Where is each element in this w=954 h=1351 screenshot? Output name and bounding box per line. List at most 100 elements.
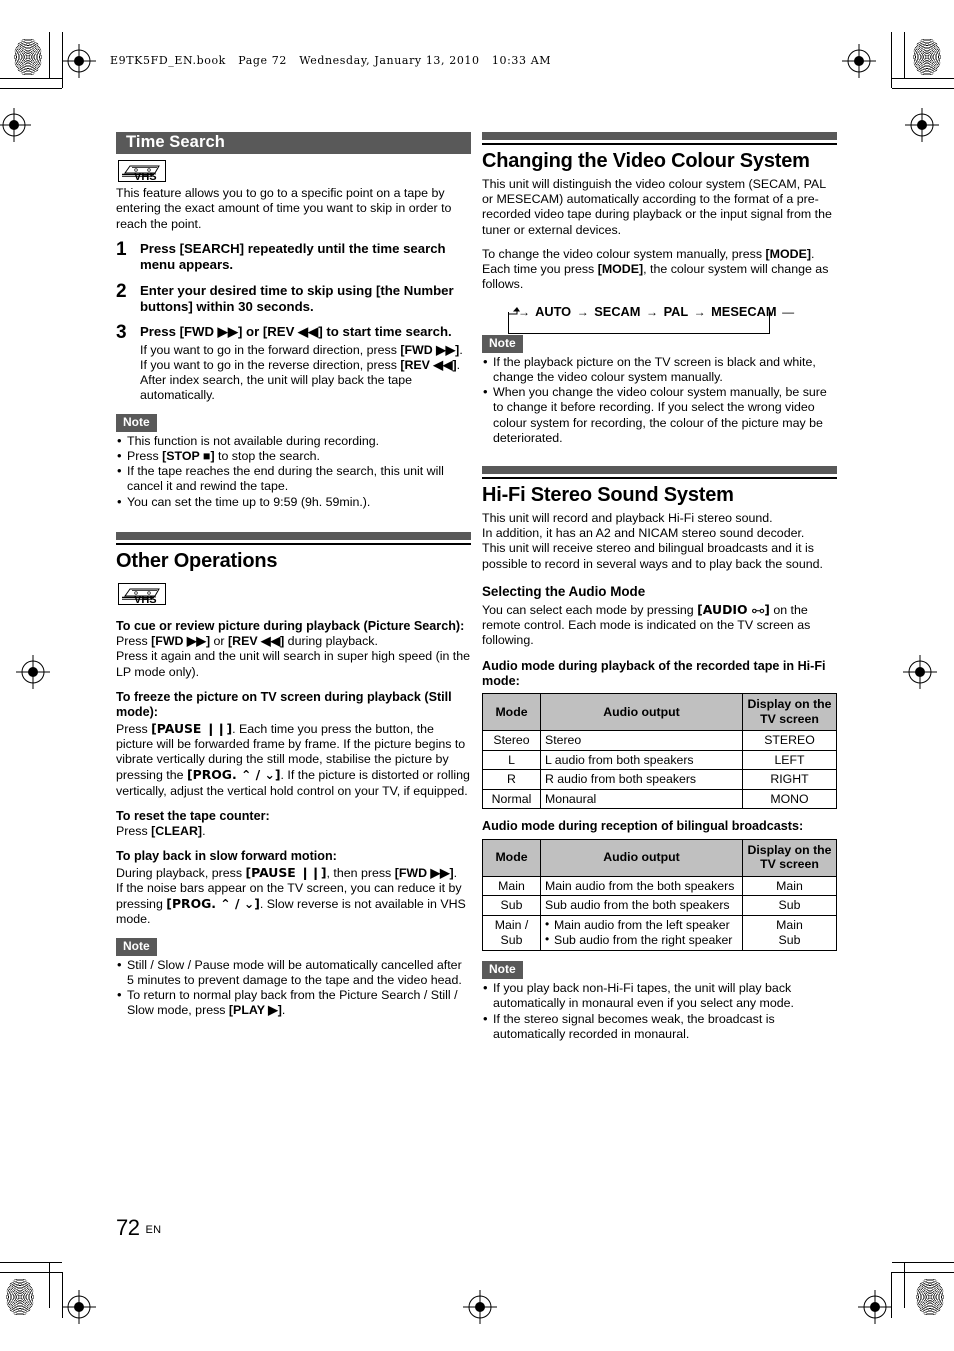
text-post: . <box>202 824 206 839</box>
step-2-number: 2 <box>116 280 127 302</box>
hifi-line3: This unit will receive stereo and biling… <box>482 541 823 571</box>
step-1-title: Press [SEARCH] repeatedly until the time… <box>140 240 446 273</box>
cycle-arrowhead-icon <box>508 305 520 321</box>
left-column: Time Search VHS This feature allows you … <box>116 132 471 1019</box>
step-3-line1-post: . <box>459 342 463 357</box>
key-play: [PLAY ▶] <box>228 1003 282 1018</box>
section-rule-thick <box>482 132 837 140</box>
section-title-hifi-stereo: Hi-Fi Stereo Sound System <box>482 484 734 507</box>
cell-bullet: Sub audio from the right speaker <box>545 932 738 948</box>
note-pre: To return to normal play back from the P… <box>127 988 458 1018</box>
cycle-item-pal: PAL <box>663 304 689 320</box>
key-pause: [PAUSE ❙❙] <box>245 864 327 880</box>
cell-audio-output: L audio from both speakers <box>540 749 743 771</box>
cell-mode: R <box>482 769 541 790</box>
section-rule-thick <box>116 531 471 540</box>
note-item: If the tape reaches the end during the s… <box>116 463 471 494</box>
text-mid: , then press <box>326 865 395 880</box>
subheading-reset-counter: To reset the tape counter: <box>116 808 270 823</box>
time-search-intro: This feature allows you to go to a speci… <box>116 186 452 231</box>
cell-display: LEFT <box>742 749 837 771</box>
key-prog: [PROG. ⌃ / ⌄] <box>186 767 281 783</box>
svg-text:VHS: VHS <box>134 594 157 604</box>
selecting-audio-mode-body: You can select each mode by pressing [AU… <box>482 602 837 649</box>
note-post: to stop the search. <box>214 449 320 464</box>
cell-display: STEREO <box>742 730 837 751</box>
text-pre: Press <box>116 824 152 839</box>
table-row: Stereo Stereo STEREO <box>482 730 837 751</box>
table2-caption: Audio mode during reception of bilingual… <box>482 819 804 834</box>
cycle-sequence: → AUTO → SECAM → PAL → MESECAM — <box>504 304 794 320</box>
cell-mode: Main <box>482 875 541 897</box>
crosshair-top-right <box>842 44 876 78</box>
text-pre: You can select each mode by pressing <box>482 603 698 618</box>
step-3-line3: After index search, the unit will play b… <box>140 373 413 403</box>
key-rev: [REV ◀◀] <box>228 634 285 649</box>
step-3-line1-pre: If you want to go in the forward directi… <box>140 342 401 357</box>
cell-mode: Stereo <box>482 730 541 751</box>
halftone-circle-top-right <box>913 38 941 76</box>
crosshair-bottom-right <box>858 1290 892 1324</box>
key-clear: [CLEAR] <box>151 824 203 839</box>
halftone-circle-bottom-right <box>916 1278 944 1316</box>
section-rule-thin <box>482 143 837 145</box>
cell-audio-output: Sub audio from the both speakers <box>540 895 743 916</box>
video-colour-intro: This unit will distinguish the video col… <box>482 177 832 237</box>
table-row: Sub Sub audio from the both speakers Sub <box>482 895 837 916</box>
key-mode: [MODE] <box>765 246 811 261</box>
cell-display: RIGHT <box>742 769 837 790</box>
cycle-item-auto: AUTO <box>535 304 572 320</box>
table-row: R R audio from both speakers RIGHT <box>482 769 837 790</box>
cell-mode: Main / Sub <box>482 914 541 951</box>
cell-display: Main <box>742 875 837 897</box>
subheading-slow-forward: To play back in slow forward motion: <box>116 849 337 864</box>
subheading-picture-search: To cue or review picture during playback… <box>116 618 465 633</box>
text-post: during playback. <box>284 634 378 649</box>
note-label-time-search: Note <box>116 413 157 432</box>
step-1: 1 Press [SEARCH] repeatedly until the ti… <box>116 238 471 274</box>
table-row: Main /Sub Main audio from the left speak… <box>482 914 837 951</box>
note-item: To return to normal play back from the P… <box>116 987 471 1018</box>
cell-mode: L <box>482 749 541 771</box>
text-pre: Press <box>116 721 152 736</box>
col-header-display: Display on the TV screen <box>742 693 837 732</box>
cell-audio-output: Monaural <box>540 788 743 810</box>
audio-mode-bilingual-table: Mode Audio output Display on the TV scree… <box>482 838 837 951</box>
note-item: Press [STOP ■] to stop the search. <box>116 448 471 464</box>
vhs-icon: VHS <box>118 160 166 183</box>
section-title-video-colour-system: Changing the Video Colour System <box>482 150 810 172</box>
section-rule-thin <box>116 542 471 545</box>
right-column: Changing the Video Colour System This un… <box>482 132 837 1042</box>
crosshair-top-right-outer <box>905 108 939 142</box>
step-3-line1-key: [FWD ▶▶] <box>400 342 460 357</box>
table-header-row: Mode Audio output Display on the TV scree… <box>482 838 837 877</box>
table-row: Normal Monaural MONO <box>482 788 837 810</box>
step-3-line2-post: . <box>456 358 461 373</box>
hifi-line1: This unit will record and playback Hi-Fi… <box>482 511 773 526</box>
crosshair-top-left-outer <box>0 108 31 142</box>
cell-display: MONO <box>742 788 837 810</box>
still-mode-body: Press [PAUSE ❙❙]. Each time you press th… <box>116 721 471 799</box>
step-3-line2-key: [REV ◀◀] <box>400 358 457 373</box>
cell-bullet: Main audio from the left speaker <box>545 917 738 933</box>
cycle-item-secam: SECAM <box>594 304 641 320</box>
col-header-mode: Mode <box>482 693 541 732</box>
crosshair-bottom-left <box>62 1290 96 1324</box>
section-title-time-search: Time Search <box>116 132 471 155</box>
section-rule-thick <box>482 466 837 475</box>
note-item: This function is not available during re… <box>116 433 471 449</box>
col-header-audio-output: Audio output <box>540 838 743 877</box>
cell-mode: Sub <box>482 895 541 916</box>
crosshair-mid-left <box>16 655 50 689</box>
crosshair-top-left <box>62 44 96 78</box>
text-pre: Press <box>116 634 152 649</box>
halftone-circle-top-left <box>14 38 42 76</box>
text-mid: or <box>210 634 228 649</box>
key-pause: [PAUSE ❙❙] <box>151 720 233 736</box>
text-pre: To change the video colour system manual… <box>482 246 766 261</box>
table-row: Main Main audio from the both speakers M… <box>482 875 837 897</box>
note-item: If the stereo signal becomes weak, the b… <box>482 1010 837 1042</box>
step-1-number: 1 <box>116 238 127 260</box>
colour-system-cycle-diagram: → AUTO → SECAM → PAL → MESECAM — <box>504 304 794 335</box>
table-row: L L audio from both speakers LEFT <box>482 749 837 771</box>
